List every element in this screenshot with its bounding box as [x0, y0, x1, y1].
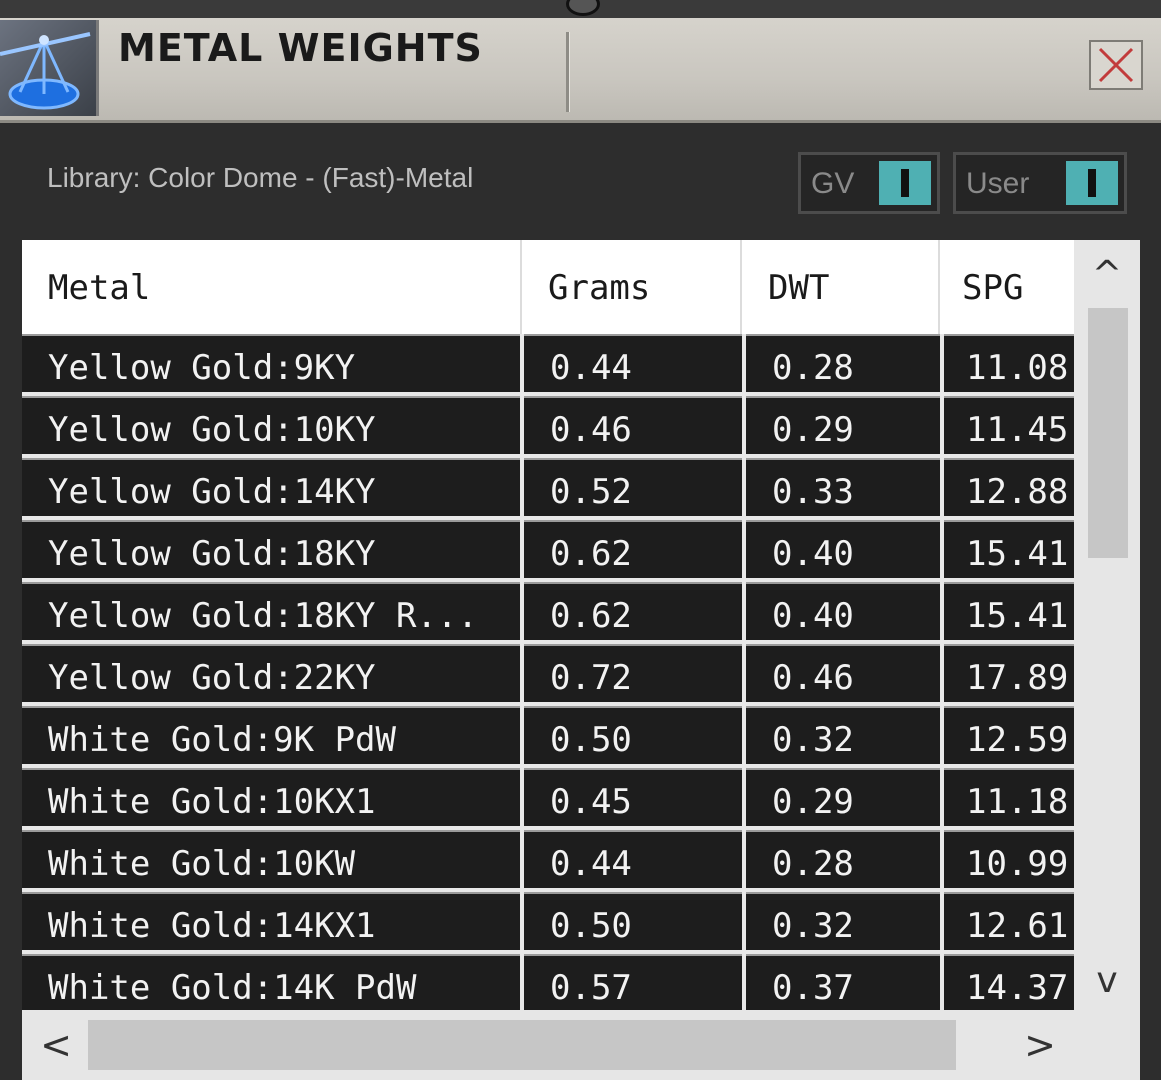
- table-row[interactable]: White Gold:10KX1 0.45 0.29 11.18: [22, 768, 1074, 830]
- cell-dwt: 0.33: [746, 458, 940, 516]
- table-row[interactable]: Yellow Gold:22KY 0.72 0.46 17.89: [22, 644, 1074, 706]
- table-body: Yellow Gold:9KY 0.44 0.28 11.08 Yellow G…: [22, 334, 1074, 1010]
- cell-spg: 11.45: [944, 396, 1074, 454]
- cell-metal: Yellow Gold:9KY: [22, 334, 520, 392]
- cell-metal: Yellow Gold:14KY: [22, 458, 520, 516]
- cell-dwt: 0.29: [746, 396, 940, 454]
- cell-metal: Yellow Gold:22KY: [22, 644, 520, 702]
- cell-grams: 0.44: [524, 830, 742, 888]
- window-title: METAL WEIGHTS: [118, 26, 483, 70]
- vertical-scroll-thumb[interactable]: [1088, 308, 1128, 558]
- close-button[interactable]: [1089, 40, 1143, 90]
- table-row[interactable]: Yellow Gold:18KY R... 0.62 0.40 15.41: [22, 582, 1074, 644]
- column-header-spg[interactable]: SPG: [940, 240, 1074, 334]
- cell-spg: 15.41: [944, 520, 1074, 578]
- table-row[interactable]: White Gold:14KX1 0.50 0.32 12.61: [22, 892, 1074, 954]
- user-toggle-label: User: [966, 167, 1030, 200]
- horizontal-scrollbar[interactable]: < >: [22, 1010, 1140, 1080]
- user-switch-icon[interactable]: [1066, 161, 1118, 205]
- cell-metal: White Gold:10KX1: [22, 768, 520, 826]
- cell-spg: 15.41: [944, 582, 1074, 640]
- cell-grams: 0.50: [524, 706, 742, 764]
- cell-spg: 14.37: [944, 954, 1074, 1010]
- cell-spg: 12.61: [944, 892, 1074, 950]
- cell-dwt: 0.46: [746, 644, 940, 702]
- cell-dwt: 0.32: [746, 892, 940, 950]
- gv-toggle[interactable]: GV: [798, 152, 940, 214]
- scroll-left-icon[interactable]: <: [26, 1010, 86, 1080]
- library-label: Library: Color Dome - (Fast)-Metal: [47, 162, 474, 193]
- title-divider: [566, 32, 570, 112]
- column-header-grams[interactable]: Grams: [522, 240, 742, 334]
- close-icon: [1098, 47, 1134, 83]
- cell-grams: 0.46: [524, 396, 742, 454]
- table-row[interactable]: Yellow Gold:9KY 0.44 0.28 11.08: [22, 334, 1074, 396]
- vertical-scrollbar[interactable]: ^ v: [1074, 240, 1140, 1010]
- cell-dwt: 0.28: [746, 830, 940, 888]
- cell-metal: Yellow Gold:18KY: [22, 520, 520, 578]
- table-row[interactable]: Yellow Gold:14KY 0.52 0.33 12.88: [22, 458, 1074, 520]
- scale-icon: [0, 20, 99, 116]
- cell-metal: White Gold:9K PdW: [22, 706, 520, 764]
- cell-metal: White Gold:14KX1: [22, 892, 520, 950]
- table-header: Metal Grams DWT SPG: [22, 240, 1074, 334]
- table-row[interactable]: Yellow Gold:18KY 0.62 0.40 15.41: [22, 520, 1074, 582]
- scroll-up-icon[interactable]: ^: [1074, 244, 1140, 306]
- cell-spg: 17.89: [944, 644, 1074, 702]
- column-header-metal[interactable]: Metal: [22, 240, 522, 334]
- column-header-dwt[interactable]: DWT: [742, 240, 940, 334]
- cell-dwt: 0.37: [746, 954, 940, 1010]
- cell-grams: 0.50: [524, 892, 742, 950]
- cell-dwt: 0.32: [746, 706, 940, 764]
- cell-dwt: 0.28: [746, 334, 940, 392]
- gv-toggle-label: GV: [811, 167, 855, 200]
- cell-spg: 12.59: [944, 706, 1074, 764]
- table-row[interactable]: White Gold:14K PdW 0.57 0.37 14.37: [22, 954, 1074, 1010]
- gv-switch-icon[interactable]: [879, 161, 931, 205]
- metal-weights-table[interactable]: Metal Grams DWT SPG Yellow Gold:9KY 0.44…: [22, 240, 1140, 1080]
- cell-metal: White Gold:10KW: [22, 830, 520, 888]
- table-row[interactable]: White Gold:10KW 0.44 0.28 10.99: [22, 830, 1074, 892]
- cell-metal: Yellow Gold:18KY R...: [22, 582, 520, 640]
- cell-grams: 0.72: [524, 644, 742, 702]
- table-row[interactable]: Yellow Gold:10KY 0.46 0.29 11.45: [22, 396, 1074, 458]
- table-row[interactable]: White Gold:9K PdW 0.50 0.32 12.59: [22, 706, 1074, 768]
- scroll-down-icon[interactable]: v: [1074, 950, 1140, 1012]
- cell-spg: 11.08: [944, 334, 1074, 392]
- title-bar[interactable]: METAL WEIGHTS: [0, 18, 1161, 123]
- cell-spg: 10.99: [944, 830, 1074, 888]
- user-toggle[interactable]: User: [953, 152, 1127, 214]
- cell-metal: White Gold:14K PdW: [22, 954, 520, 1010]
- cell-metal: Yellow Gold:10KY: [22, 396, 520, 454]
- cell-grams: 0.62: [524, 520, 742, 578]
- scroll-right-icon[interactable]: >: [1010, 1010, 1070, 1080]
- horizontal-scroll-thumb[interactable]: [88, 1020, 956, 1070]
- cell-dwt: 0.29: [746, 768, 940, 826]
- cell-grams: 0.52: [524, 458, 742, 516]
- cell-spg: 12.88: [944, 458, 1074, 516]
- cell-spg: 11.18: [944, 768, 1074, 826]
- cell-grams: 0.44: [524, 334, 742, 392]
- cell-grams: 0.62: [524, 582, 742, 640]
- cell-grams: 0.57: [524, 954, 742, 1010]
- cell-grams: 0.45: [524, 768, 742, 826]
- cell-dwt: 0.40: [746, 582, 940, 640]
- cell-dwt: 0.40: [746, 520, 940, 578]
